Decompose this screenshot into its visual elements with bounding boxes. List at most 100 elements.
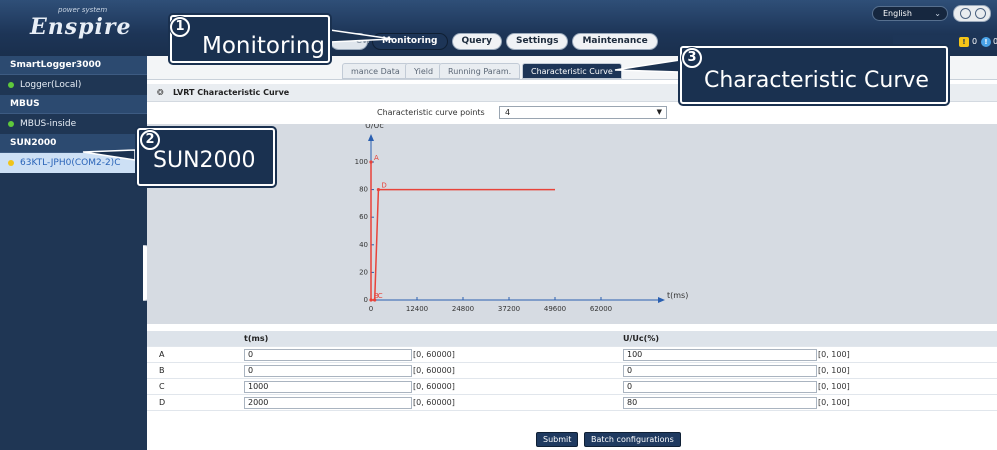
callout-number-3: 3 — [682, 48, 702, 68]
y-tick-label: 60 — [359, 213, 368, 221]
x-axis-arrow — [658, 297, 665, 303]
nav-tab-overview[interactable]: ew — [330, 33, 370, 50]
batch-configurations-button[interactable]: Batch configurations — [584, 432, 681, 447]
callout-characteristic-curve: Characteristic Curve — [680, 46, 948, 104]
curve-points-row: Characteristic curve points 4 ▼ — [147, 104, 997, 122]
t-input[interactable]: 2000 — [244, 397, 412, 409]
curve-point — [369, 298, 373, 302]
status-dot-icon — [8, 121, 14, 127]
t-input[interactable]: 1000 — [244, 381, 412, 393]
u-input[interactable]: 0 — [623, 365, 817, 377]
curve-point — [369, 160, 373, 164]
curve-point — [373, 298, 377, 302]
table-header-row: t(ms) U/Uc(%) — [147, 331, 997, 347]
y-axis-arrow — [368, 134, 374, 141]
row-label: C — [159, 382, 165, 391]
u-input[interactable]: 80 — [623, 397, 817, 409]
table-row: B 0 [0, 60000] 0 [0, 100] — [147, 363, 997, 379]
callout-text: SUN2000 — [153, 148, 256, 173]
y-tick-label: 20 — [359, 268, 368, 276]
nav-tab-settings[interactable]: Settings — [505, 33, 569, 50]
main-nav: ew Monitoring Query Settings Maintenance — [330, 33, 658, 50]
column-header-u: U/Uc(%) — [623, 334, 659, 343]
t-input[interactable]: 0 — [244, 365, 412, 377]
x-tick-label: 24800 — [452, 305, 474, 313]
section-title: LVRT Characteristic Curve — [173, 88, 290, 97]
subtab-performance-data[interactable]: mance Data — [342, 63, 409, 79]
row-label: A — [159, 350, 165, 359]
curve-point-label: D — [381, 182, 386, 190]
major-alarm-icon[interactable]: ! — [959, 37, 969, 47]
sidebar-group-mbus[interactable]: MBUS — [0, 95, 147, 114]
dropdown-arrow-icon: ▼ — [656, 108, 662, 116]
x-tick-label: 37200 — [498, 305, 520, 313]
y-tick-label: 80 — [359, 186, 368, 194]
u-range: [0, 100] — [818, 350, 850, 359]
t-range: [0, 60000] — [413, 350, 455, 359]
status-dot-icon — [8, 160, 14, 166]
header-icon-group — [953, 5, 991, 22]
nav-tab-query[interactable]: Query — [451, 33, 502, 50]
table-row: C 1000 [0, 60000] 0 [0, 100] — [147, 379, 997, 395]
language-select[interactable]: English ⌄ — [872, 6, 948, 21]
curve-point — [376, 188, 381, 192]
subtab-characteristic-curve[interactable]: Characteristic Curve — [522, 63, 622, 79]
subtab-running-param[interactable]: Running Param. — [439, 63, 521, 79]
device-sidebar: SmartLogger3000 Logger(Local) MBUS MBUS-… — [0, 56, 147, 450]
action-bar: Submit Batch configurations — [147, 430, 997, 450]
callout-text: Characteristic Curve — [704, 68, 929, 93]
callout-text: Monitoring — [202, 33, 325, 59]
u-range: [0, 100] — [818, 366, 850, 375]
x-tick-label: 49600 — [544, 305, 566, 313]
table-row: A 0 [0, 60000] 100 [0, 100] — [147, 347, 997, 363]
table-row: D 2000 [0, 60000] 80 [0, 100] — [147, 395, 997, 411]
x-tick-label: 0 — [369, 305, 373, 313]
brand-subtitle: power system — [58, 6, 108, 14]
sidebar-item-inverter[interactable]: 63KTL-JPH0(COM2-2)C — [0, 153, 147, 173]
lvrt-curve-line — [370, 162, 555, 301]
u-input[interactable]: 100 — [623, 349, 817, 361]
minor-alarm-count: 0 — [993, 37, 997, 46]
brand-logo: Enspire — [30, 14, 132, 40]
logout-icon[interactable] — [975, 8, 986, 19]
subtab-yield[interactable]: Yield — [405, 63, 443, 79]
sidebar-group-smartlogger[interactable]: SmartLogger3000 — [0, 56, 147, 75]
curve-points-table: t(ms) U/Uc(%) A 0 [0, 60000] 100 [0, 100] B 0[… — [147, 331, 997, 411]
u-range: [0, 100] — [818, 398, 850, 407]
sidebar-item-mbus-inside[interactable]: MBUS-inside — [0, 114, 147, 134]
u-range: [0, 100] — [818, 382, 850, 391]
curve-point-label: C — [378, 292, 383, 300]
callout-number-1: 1 — [170, 17, 190, 37]
sidebar-item-logger[interactable]: Logger(Local) — [0, 75, 147, 95]
language-value: English — [883, 9, 912, 18]
t-range: [0, 60000] — [413, 382, 455, 391]
row-label: B — [159, 366, 165, 375]
y-tick-label: 0 — [364, 296, 368, 304]
y-tick-label: 40 — [359, 241, 368, 249]
submit-button[interactable]: Submit — [536, 432, 579, 447]
sidebar-item-label: MBUS-inside — [20, 119, 77, 129]
x-tick-label: 62000 — [590, 305, 612, 313]
sidebar-item-label: Logger(Local) — [20, 80, 82, 90]
y-axis-label: U/Uc — [365, 124, 384, 130]
t-input[interactable]: 0 — [244, 349, 412, 361]
sidebar-group-sun2000[interactable]: SUN2000 — [0, 134, 147, 153]
curve-points-value: 4 — [505, 108, 511, 117]
chevron-down-icon: ⌄ — [934, 9, 941, 18]
y-tick-label: 100 — [355, 158, 368, 166]
row-label: D — [159, 398, 166, 407]
collapse-icon[interactable]: ❂ — [157, 84, 164, 102]
u-input[interactable]: 0 — [623, 381, 817, 393]
column-header-t: t(ms) — [244, 334, 269, 343]
nav-tab-monitoring[interactable]: Monitoring — [372, 33, 448, 50]
x-axis-label: t(ms) — [667, 291, 688, 300]
info-icon[interactable] — [960, 8, 971, 19]
callout-number-2: 2 — [140, 130, 160, 150]
status-dot-icon — [8, 82, 14, 88]
nav-tab-maintenance[interactable]: Maintenance — [572, 33, 658, 50]
curve-point-label: A — [374, 154, 379, 162]
t-range: [0, 60000] — [413, 366, 455, 375]
curve-points-select[interactable]: 4 ▼ — [499, 106, 667, 119]
minor-alarm-icon[interactable]: ! — [981, 37, 991, 47]
callout-monitoring: Monitoring — [170, 15, 330, 63]
